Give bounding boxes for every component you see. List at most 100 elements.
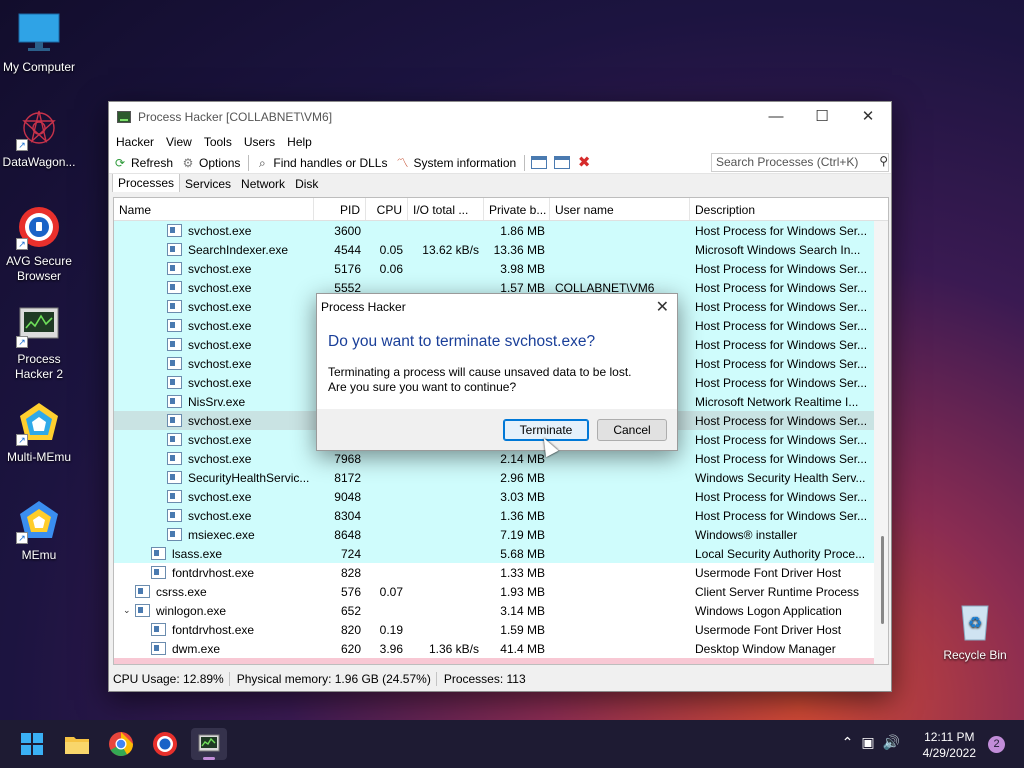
terminate-dialog: Process Hacker ✕ Do you want to terminat…	[316, 293, 678, 451]
private-bytes-cell: 1.93 MB	[500, 584, 545, 599]
chrome-button[interactable]	[105, 728, 137, 760]
system-information-button[interactable]: 〽 System information	[395, 156, 516, 170]
vertical-scrollbar[interactable]	[874, 221, 888, 664]
process-name: svchost.exe	[188, 489, 252, 504]
process-hacker-icon	[198, 734, 220, 760]
tab-network[interactable]: Network	[236, 175, 290, 192]
menu-view[interactable]: View	[165, 135, 198, 149]
table-row[interactable]: ⌄ winlogon.exe 652 3.14 MB Windows Logon App…	[114, 601, 888, 620]
process-name-cell: svchost.exe	[114, 490, 314, 504]
notification-badge[interactable]: 2	[988, 736, 1005, 753]
table-row[interactable]: fontdrvhost.exe 820 0.19 1.59 MB Usermode Fo…	[114, 620, 888, 639]
description-cell: Windows Logon Application	[695, 603, 842, 618]
shortcut-arrow-icon: ↗	[16, 434, 28, 446]
toolbar: ⟳ Refresh ⚙ Options ⌕ Find handles or DL…	[109, 152, 891, 174]
table-row[interactable]: SearchIndexer.exe 4544 0.05 13.62 kB/s 13.36…	[114, 240, 888, 259]
terminate-icon[interactable]: ✖	[577, 155, 591, 170]
desktop-icon-datawagon[interactable]: ↗ DataWagon...	[0, 105, 78, 170]
window-icon[interactable]	[531, 156, 548, 169]
menu-help[interactable]: Help	[286, 135, 318, 149]
column-pid[interactable]: PID	[314, 198, 366, 220]
find-window-icon[interactable]	[554, 156, 571, 169]
process-name-cell: NisSrv.exe	[114, 395, 314, 409]
tab-disk[interactable]: Disk	[290, 175, 323, 192]
menu-tools[interactable]: Tools	[203, 135, 238, 149]
table-row[interactable]: fontdrvhost.exe 828 1.33 MB Usermode Font D…	[114, 563, 888, 582]
column-io-total[interactable]: I/O total ...	[408, 198, 484, 220]
description-cell: Usermode Font Driver Host	[695, 622, 842, 637]
process-name: svchost.exe	[188, 337, 252, 352]
process-name-cell: svchost.exe	[114, 452, 314, 466]
process-icon	[167, 509, 182, 522]
menu-users[interactable]: Users	[243, 135, 281, 149]
desktop-icon-multi-memu[interactable]: ↗ Multi-MEmu	[0, 400, 78, 465]
cancel-button[interactable]: Cancel	[597, 419, 667, 441]
find-handles-button[interactable]: ⌕ Find handles or DLLs	[255, 156, 387, 170]
private-bytes-cell: 1.33 MB	[500, 565, 545, 580]
desktop-icon-memu[interactable]: ↗ MEmu	[0, 498, 78, 563]
desktop-icon-process-hacker[interactable]: ↗ Process Hacker 2	[0, 302, 78, 382]
shortcut-arrow-icon: ↗	[16, 336, 28, 348]
cpu-usage-status: CPU Usage: 12.89%	[111, 672, 230, 686]
close-button[interactable]: ✕	[845, 102, 891, 132]
search-input[interactable]: Search Processes (Ctrl+K)	[711, 153, 889, 172]
tab-services[interactable]: Services	[180, 175, 236, 192]
process-name-cell: svchost.exe	[114, 300, 314, 314]
process-name: svchost.exe	[188, 413, 252, 428]
chevron-down-icon[interactable]: ⌄	[123, 605, 133, 616]
volume-icon[interactable]: 🔊	[883, 734, 908, 750]
avg-browser-taskbar-button[interactable]	[149, 728, 181, 760]
scrollbar-thumb[interactable]	[881, 536, 884, 624]
options-label: Options	[199, 155, 241, 170]
table-row[interactable]: dwm.exe 620 3.96 1.36 kB/s 41.4 MB Desktop Wi…	[114, 639, 888, 658]
process-count-status: Processes: 113	[443, 672, 526, 686]
gear-icon: ⚙	[182, 155, 194, 170]
dialog-close-icon[interactable]: ✕	[656, 297, 669, 317]
minimize-button[interactable]: —	[753, 102, 799, 132]
menu-hacker[interactable]: Hacker	[115, 135, 160, 149]
search-icon[interactable]: ⚲	[879, 154, 888, 168]
table-row[interactable]: svchost.exe 5176 0.06 3.98 MB Host Process f…	[114, 259, 888, 278]
refresh-button[interactable]: ⟳ Refresh	[113, 156, 173, 170]
multi-memu-icon: ↗	[16, 400, 62, 446]
avg-browser-icon: ↗	[16, 204, 62, 250]
table-row[interactable]: svchost.exe 8304 1.36 MB Host Process for W…	[114, 506, 888, 525]
cpu-cell: 0.19	[379, 622, 403, 637]
system-tray-icons[interactable]: ⌃▣🔊	[842, 734, 908, 751]
column-user-name[interactable]: User name	[550, 198, 690, 220]
column-cpu[interactable]: CPU	[366, 198, 408, 220]
desktop-icon-my-computer[interactable]: My Computer	[0, 10, 78, 75]
maximize-button[interactable]: ☐	[799, 102, 845, 132]
window-title: Process Hacker [COLLABNET\VM6]	[138, 110, 333, 124]
title-bar[interactable]: Process Hacker [COLLABNET\VM6] — ☐ ✕	[109, 102, 891, 132]
cpu-cell: 0.07	[379, 584, 403, 599]
process-name-cell: svchost.exe	[114, 433, 314, 447]
svg-text:♻: ♻	[968, 615, 982, 632]
table-row[interactable]: csrss.exe 576 0.07 1.93 MB Client Server Run…	[114, 582, 888, 601]
column-description[interactable]: Description	[690, 198, 876, 220]
tab-processes[interactable]: Processes	[112, 173, 181, 192]
desktop-icon-label: MEmu	[21, 548, 57, 562]
clock[interactable]: 12:11 PM 4/29/2022	[923, 729, 976, 761]
table-row[interactable]: svchost.exe 7968 2.14 MB Host Process for W…	[114, 449, 888, 468]
options-button[interactable]: ⚙ Options	[181, 155, 241, 170]
desktop-icon-recycle-bin[interactable]: ♻ Recycle Bin	[936, 598, 1014, 663]
shortcut-arrow-icon: ↗	[16, 238, 28, 250]
file-explorer-button[interactable]	[61, 728, 93, 760]
table-row[interactable]: svchost.exe 3600 1.86 MB Host Process for W…	[114, 221, 888, 240]
table-row[interactable]: SecurityHealthServic... 8172 2.96 MB Window…	[114, 468, 888, 487]
table-row[interactable]: msiexec.exe 8648 7.19 MB Windows® installer	[114, 525, 888, 544]
network-icon[interactable]: ▣	[861, 734, 882, 750]
table-row[interactable]: svchost.exe 9048 3.03 MB Host Process for W…	[114, 487, 888, 506]
desktop-icon-avg-browser[interactable]: ↗ AVG Secure Browser	[0, 204, 78, 284]
find-handles-label: Find handles or DLLs	[273, 155, 388, 170]
column-private-bytes[interactable]: Private b...	[484, 198, 550, 220]
start-button[interactable]	[16, 728, 48, 760]
process-name-cell: msiexec.exe	[114, 528, 314, 542]
column-name[interactable]: Name	[114, 198, 314, 220]
table-row[interactable]	[114, 658, 888, 664]
chevron-up-icon[interactable]: ⌃	[842, 734, 862, 750]
process-hacker-taskbar-button[interactable]	[191, 728, 227, 760]
shortcut-arrow-icon: ↗	[16, 532, 28, 544]
table-row[interactable]: lsass.exe 724 5.68 MB Local Security Author…	[114, 544, 888, 563]
